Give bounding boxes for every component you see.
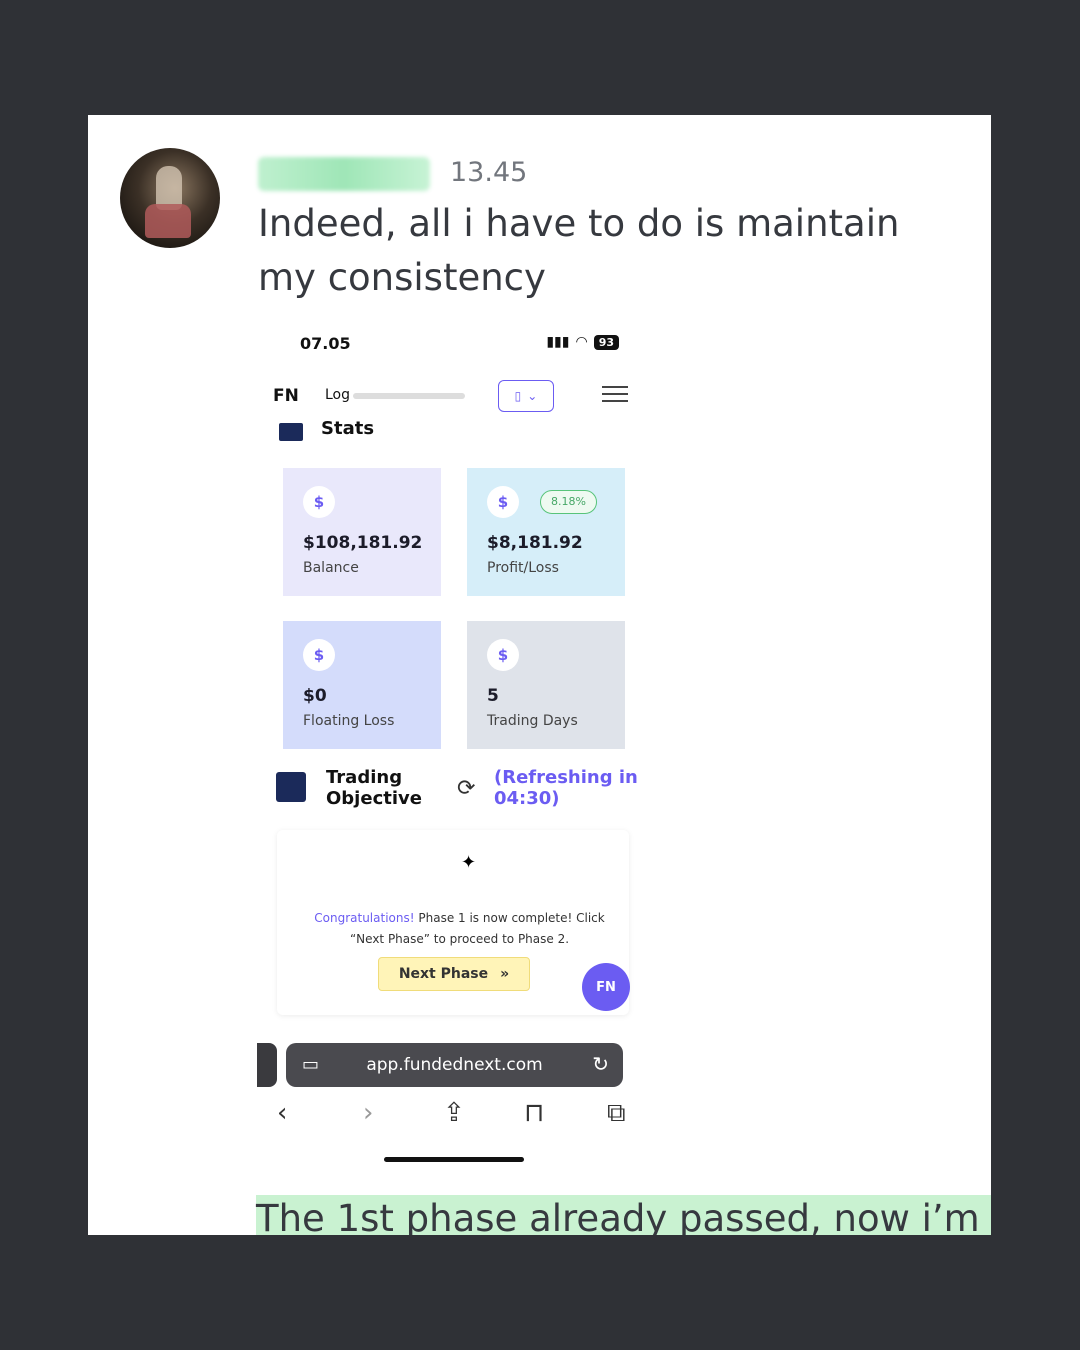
tile-label: Profit/Loss — [487, 560, 559, 576]
dollar-coin-icon: $ — [303, 639, 335, 671]
signal-icon: ▮▮▮ — [546, 334, 570, 350]
status-time: 07.05 — [300, 334, 351, 353]
message-text: Indeed, all i have to do is maintain my … — [258, 202, 900, 299]
tabs-icon[interactable]: ⧉ — [607, 1098, 626, 1129]
percent-badge: 8.18% — [540, 490, 597, 514]
dollar-coin-icon: $ — [303, 486, 335, 518]
browser-navbar: ‹ › ⇪ ⊓ ⧉ — [257, 1098, 653, 1138]
url-bar[interactable]: ▭ app.fundednext.com ↻ — [286, 1043, 623, 1087]
refresh-countdown: (Refreshing in 04:30) — [494, 767, 638, 809]
double-chevron-right-icon: » — [500, 966, 510, 982]
reload-icon[interactable]: ↻ — [592, 1052, 609, 1076]
trading-days-tile[interactable]: $ 5 Trading Days — [467, 621, 625, 749]
stats-icon — [279, 423, 303, 441]
congrats-message: Congratulations! Phase 1 is now complete… — [297, 908, 622, 950]
party-icon: ✦ — [461, 852, 477, 873]
balance-tile[interactable]: $ $108,181.92 Balance — [283, 468, 441, 596]
user-avatar[interactable] — [120, 148, 220, 248]
back-icon[interactable]: ‹ — [277, 1098, 287, 1128]
tile-value: 5 — [487, 686, 499, 706]
tile-label: Balance — [303, 560, 359, 576]
objective-title: Trading Objective — [326, 767, 422, 809]
account-dropdown[interactable]: ▯ ⌄ — [498, 380, 554, 412]
url-text: app.fundednext.com — [366, 1055, 543, 1075]
bookmarks-icon[interactable]: ⊓ — [524, 1098, 544, 1128]
refresh-icon[interactable]: ⟳ — [457, 776, 475, 801]
log-text: Log — [325, 387, 351, 403]
chevron-down-icon: ⌄ — [527, 389, 538, 403]
tile-label: Floating Loss — [303, 713, 395, 729]
congrats-highlight: Congratulations! — [314, 911, 415, 925]
tile-value: $0 — [303, 686, 327, 706]
avatar-chair — [145, 204, 191, 238]
objective-icon — [276, 772, 306, 802]
chat-bubble-button[interactable]: FN — [582, 963, 630, 1011]
followup-message: The 1st phase already passed, now i’m in — [256, 1195, 991, 1235]
tile-label: Trading Days — [487, 713, 578, 729]
wifi-icon: ◠ — [575, 334, 588, 350]
tile-value: $108,181.92 — [303, 533, 423, 553]
tile-value: $8,181.92 — [487, 533, 583, 553]
menu-icon[interactable] — [602, 386, 628, 407]
home-indicator — [384, 1157, 524, 1162]
next-phase-button[interactable]: Next Phase » — [378, 957, 530, 991]
objective-card: ✦ Congratulations! Phase 1 is now comple… — [277, 830, 629, 1015]
share-icon[interactable]: ⇪ — [443, 1098, 465, 1128]
floating-loss-tile[interactable]: $ $0 Floating Loss — [283, 621, 441, 749]
app-header: FN Log ▯ ⌄ — [257, 370, 653, 420]
message-timestamp: 13.45 — [450, 157, 528, 188]
profit-loss-tile[interactable]: $ 8.18% $8,181.92 Profit/Loss — [467, 468, 625, 596]
app-logo[interactable]: FN — [273, 386, 299, 406]
log-redacted — [353, 393, 465, 399]
clipboard-icon: ▯ — [514, 389, 522, 403]
attached-screenshot[interactable]: 07.05 ▮▮▮ ◠ 93 FN Log ▯ ⌄ Stats $ $108,1… — [257, 320, 653, 1180]
username-redacted — [258, 157, 430, 191]
chat-label: FN — [596, 979, 616, 995]
message-card: 13.45 Indeed, all i have to do is mainta… — [88, 115, 991, 1235]
status-icons: ▮▮▮ ◠ 93 — [546, 334, 619, 350]
next-phase-label: Next Phase — [398, 966, 489, 982]
dollar-coin-icon: $ — [487, 639, 519, 671]
battery-icon: 93 — [593, 334, 619, 350]
previous-tab[interactable] — [257, 1043, 277, 1087]
forward-icon[interactable]: › — [363, 1098, 373, 1128]
stats-title: Stats — [321, 418, 375, 439]
dollar-coin-icon: $ — [487, 486, 519, 518]
